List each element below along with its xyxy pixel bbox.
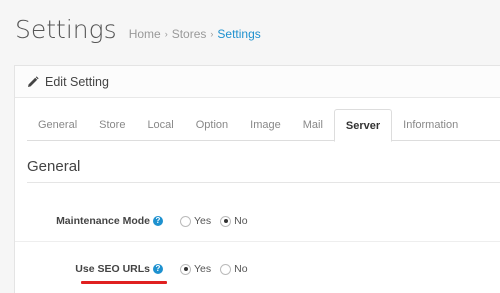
section-title: General: [27, 158, 81, 175]
use-seo-urls-row: Use SEO URLs ? Yes No: [15, 249, 500, 289]
radio-checked-icon: [220, 215, 232, 227]
use-seo-urls-label: Use SEO URLs ?: [15, 263, 167, 284]
panel-heading: Edit Setting: [15, 66, 500, 98]
pencil-icon: [28, 75, 39, 87]
maintenance-mode-radios: Yes No: [180, 215, 257, 227]
radio-checked-icon: [180, 263, 191, 275]
maintenance-mode-yes-radio[interactable]: Yes: [180, 215, 211, 227]
maintenance-mode-no-radio[interactable]: No: [220, 215, 248, 227]
page-title: Settings: [15, 15, 117, 44]
tab-local[interactable]: Local: [136, 109, 184, 141]
help-icon[interactable]: ?: [153, 216, 163, 226]
use-seo-urls-no-radio[interactable]: No: [220, 263, 248, 275]
use-seo-urls-yes-radio[interactable]: Yes: [180, 263, 211, 275]
red-underline-annotation: [81, 281, 167, 284]
maintenance-mode-row: Maintenance Mode ? Yes No: [15, 201, 500, 241]
chevron-right-icon: ›: [164, 29, 168, 39]
page-header: Settings Home › Stores › Settings: [15, 13, 261, 47]
radio-label: No: [234, 263, 248, 275]
tab-option[interactable]: Option: [185, 109, 239, 141]
tab-server[interactable]: Server: [333, 109, 393, 142]
breadcrumb-stores-link[interactable]: Stores: [172, 27, 207, 41]
tab-store[interactable]: Store: [88, 109, 136, 141]
use-seo-urls-radios: Yes No: [180, 263, 257, 275]
radio-label: Yes: [194, 263, 212, 275]
tab-image[interactable]: Image: [239, 109, 292, 141]
settings-tabs: General Store Local Option Image Mail Se…: [27, 109, 500, 142]
radio-unchecked-icon: [180, 215, 191, 227]
radio-unchecked-icon: [220, 263, 232, 275]
breadcrumb: Home › Stores › Settings: [129, 27, 261, 41]
help-icon[interactable]: ?: [153, 264, 163, 274]
panel-heading-label: Edit Setting: [45, 74, 109, 89]
edit-setting-panel: Edit Setting General Store Local Option …: [14, 65, 500, 293]
tab-information[interactable]: Information: [392, 109, 469, 141]
breadcrumb-settings-link[interactable]: Settings: [217, 27, 260, 41]
tab-general[interactable]: General: [27, 109, 88, 141]
tab-mail[interactable]: Mail: [292, 109, 334, 141]
breadcrumb-home-link[interactable]: Home: [129, 27, 161, 41]
maintenance-mode-label-text: Maintenance Mode: [56, 215, 150, 227]
row-divider: [15, 241, 500, 242]
maintenance-mode-label: Maintenance Mode ?: [15, 215, 163, 227]
radio-label: Yes: [194, 215, 212, 227]
radio-label: No: [234, 215, 248, 227]
chevron-right-icon: ›: [210, 29, 214, 39]
section-divider: [27, 182, 500, 183]
use-seo-urls-label-text: Use SEO URLs: [75, 263, 150, 275]
